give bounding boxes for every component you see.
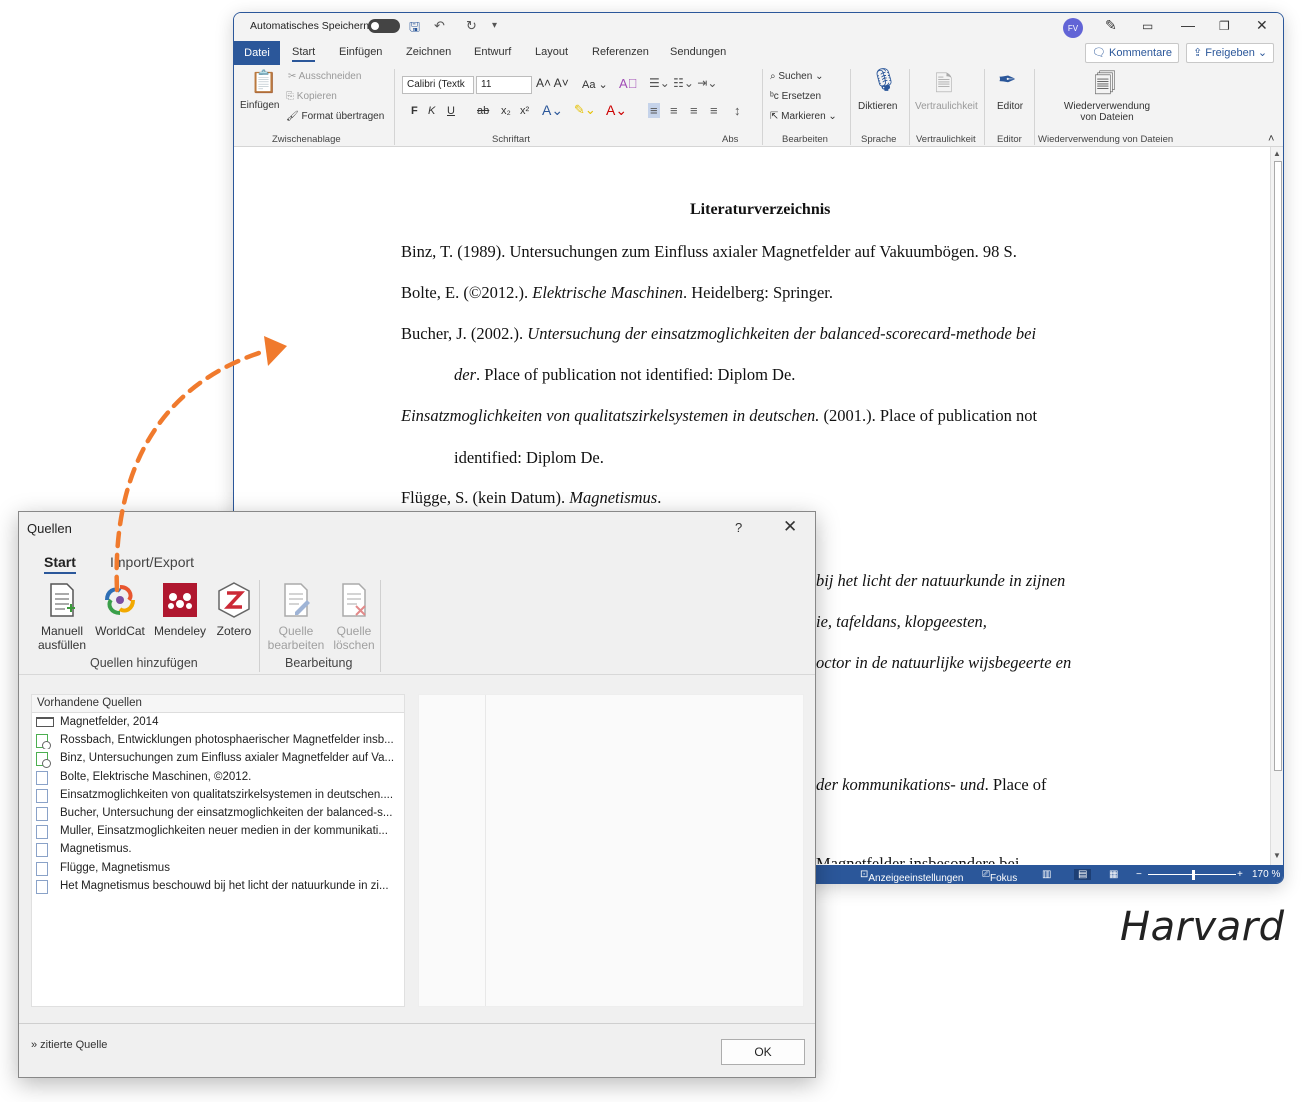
arrow-annotation [114,336,287,593]
arrow-head [264,336,287,366]
arrow-line [114,349,265,593]
